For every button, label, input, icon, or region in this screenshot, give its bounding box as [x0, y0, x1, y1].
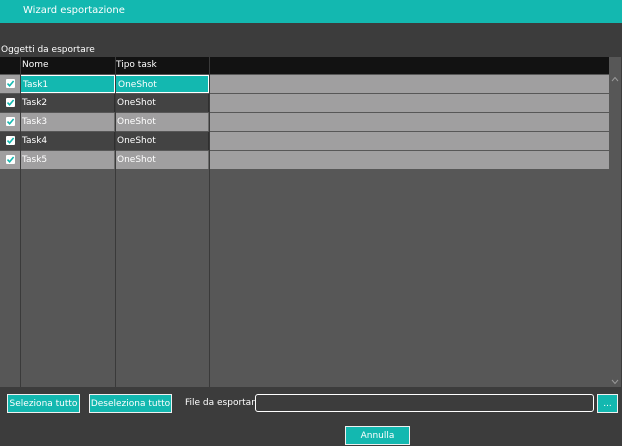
row-filler-cell [209, 75, 609, 93]
row-filler-cell [209, 94, 609, 112]
browse-button[interactable]: ... [597, 394, 618, 413]
table-row[interactable]: Task2 OneShot [0, 94, 609, 112]
task-grid: Nome Tipo task Task1 OneShot Task2 OneSh… [0, 57, 621, 387]
row-checkbox-cell [0, 132, 20, 150]
export-file-input[interactable] [255, 394, 594, 412]
row-checkbox-cell [0, 151, 20, 169]
row-name-cell: Task4 [20, 132, 115, 150]
row-checkbox[interactable] [6, 98, 15, 107]
row-type-cell: OneShot [115, 113, 209, 131]
row-checkbox[interactable] [6, 136, 15, 145]
objects-label: Oggetti da esportare [1, 45, 95, 55]
column-divider [209, 57, 210, 387]
grid-header: Nome Tipo task [0, 57, 609, 74]
check-icon [6, 156, 15, 164]
row-checkbox[interactable] [6, 155, 15, 164]
column-header-name[interactable]: Nome [22, 60, 49, 70]
vertical-scrollbar[interactable] [609, 74, 621, 387]
row-type-cell: OneShot [115, 94, 209, 112]
column-divider [115, 57, 116, 387]
row-name-cell: Task5 [20, 151, 115, 169]
table-row[interactable]: Task3 OneShot [0, 113, 609, 131]
window-title: Wizard esportazione [23, 5, 125, 16]
row-name-cell: Task2 [20, 94, 115, 112]
row-name-cell: Task1 [20, 75, 115, 93]
row-checkbox-cell [0, 94, 20, 112]
column-divider [20, 57, 21, 387]
table-row[interactable]: Task4 OneShot [0, 132, 609, 150]
row-type-cell: OneShot [115, 151, 209, 169]
table-row[interactable]: Task1 OneShot [0, 75, 609, 93]
row-filler-cell [209, 113, 609, 131]
scroll-down-icon[interactable] [611, 379, 619, 385]
column-header-type[interactable]: Tipo task [116, 60, 157, 70]
table-row[interactable]: Task5 OneShot [0, 151, 609, 169]
row-checkbox[interactable] [6, 117, 15, 126]
row-checkbox[interactable] [6, 79, 15, 88]
check-icon [6, 80, 15, 88]
check-icon [6, 118, 15, 126]
row-type-cell: OneShot [115, 75, 209, 93]
check-icon [6, 99, 15, 107]
title-bar: Wizard esportazione [0, 0, 622, 23]
cancel-button[interactable]: Annulla [345, 426, 410, 445]
scroll-up-icon[interactable] [611, 76, 619, 82]
row-checkbox-cell [0, 75, 20, 93]
row-filler-cell [209, 151, 609, 169]
deselect-all-button[interactable]: Deseleziona tutto [89, 394, 172, 413]
file-label: File da esportare [185, 398, 261, 408]
check-icon [6, 137, 15, 145]
row-filler-cell [209, 132, 609, 150]
row-name-cell: Task3 [20, 113, 115, 131]
select-all-button[interactable]: Seleziona tutto [7, 394, 80, 413]
row-checkbox-cell [0, 113, 20, 131]
row-type-cell: OneShot [115, 132, 209, 150]
